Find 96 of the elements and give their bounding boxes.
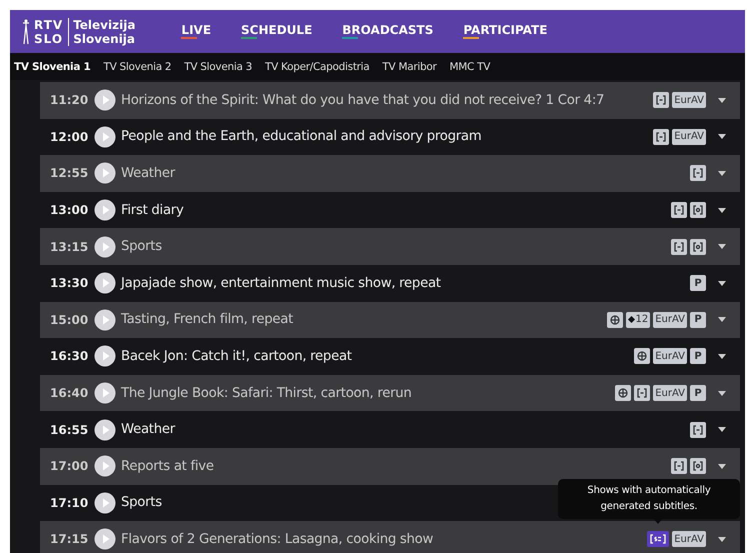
caret-icon[interactable] (718, 464, 726, 469)
time-label: 13:15 (50, 240, 90, 254)
program-title: The Jungle Book: Safari: Thirst, cartoon, rerun (121, 386, 412, 401)
caret-icon[interactable] (718, 134, 726, 140)
subtitles-icon[interactable] (634, 385, 650, 402)
globe-icon (607, 312, 624, 328)
program-title: Japajade show, entertainment music show, repeat (121, 276, 441, 291)
time-label: 16:55 (50, 422, 90, 437)
schedule-row[interactable]: 12:55 Weather (40, 155, 740, 192)
channel-tab[interactable]: TV Slovenia 1 (14, 60, 91, 72)
logo[interactable]: RTV SLO Televizija Slovenija (22, 18, 136, 46)
play-icon[interactable] (94, 528, 116, 550)
time-label: 13:00 (50, 203, 90, 218)
schedule-row[interactable]: 17:00 Reports at five (40, 448, 740, 485)
program-title: Tasting, French film, repeat (121, 312, 294, 328)
schedule-row[interactable]: 16:40 The Jungle Book: Safari: Thirst, cartoon, rerun EurAV P (40, 374, 740, 412)
play-icon[interactable] (94, 382, 116, 404)
time-label: 16:30 (50, 349, 90, 364)
schedule-row[interactable]: 11:20 Horizons of the Spirit: What do you have that you did not receive? 1 Cor 4:7 EurAV (40, 82, 740, 119)
caret-icon[interactable] (718, 244, 726, 250)
time-label: 15:00 (50, 312, 90, 327)
play-icon[interactable] (94, 199, 116, 222)
audio-description-icon (690, 458, 706, 474)
audio-description-icon (690, 202, 706, 218)
program-title: People and the Earth, educational and advisory program (121, 129, 482, 144)
subtitles-icon[interactable] (671, 202, 687, 218)
tooltip-pointer (653, 518, 663, 524)
channel-tab[interactable]: TV Slovenia 2 (104, 60, 172, 72)
subtitles-icon[interactable] (671, 238, 687, 255)
rating-badge: EurAV (672, 92, 706, 108)
time-label: 12:55 (50, 166, 90, 180)
program-title: Reports at five (121, 458, 214, 474)
play-icon[interactable] (94, 236, 116, 258)
program-title: Weather (121, 166, 175, 181)
caret-icon[interactable] (718, 280, 726, 286)
time-label: 17:00 (50, 459, 90, 474)
program-title: Weather (121, 422, 175, 438)
play-icon[interactable] (94, 492, 116, 514)
play-icon[interactable] (94, 272, 116, 294)
caret-icon[interactable] (718, 208, 726, 213)
program-title: Bacek Jon: Catch it!, cartoon, repeat (121, 348, 352, 364)
play-icon[interactable] (94, 345, 116, 368)
rating-badge: P (690, 275, 706, 292)
subtitles-icon[interactable] (653, 92, 670, 108)
play-icon[interactable] (94, 89, 116, 112)
caret-icon[interactable] (718, 427, 726, 432)
rating-badge: EurAV (653, 348, 687, 364)
time-label: 16:40 (50, 386, 90, 400)
channel-tab[interactable]: MMC TV (450, 60, 490, 72)
program-title: Flavors of 2 Generations: Lasagna, cooking show (121, 532, 434, 547)
globe-icon (615, 385, 632, 402)
program-title: Horizons of the Spirit: What do you have that you did not receive? 1 Cor 4:7 (121, 92, 604, 108)
schedule-row[interactable]: 15:00 Tasting, French film, repeat 12 EurAV P (40, 302, 740, 338)
caret-icon[interactable] (718, 98, 726, 103)
nav-link[interactable]: PARTICIPATE (463, 22, 548, 40)
play-icon[interactable] (94, 126, 116, 148)
age-rating-badge: 12 (626, 312, 650, 328)
subtitles-icon[interactable] (653, 128, 670, 145)
rating-badge: EurAV (653, 312, 687, 328)
nav-link[interactable]: BROADCASTS (342, 22, 434, 40)
audio-description-icon (690, 238, 706, 255)
caret-icon[interactable] (718, 390, 726, 396)
globe-icon (634, 348, 650, 364)
subtitles-icon[interactable] (690, 165, 706, 182)
subtitles-icon[interactable] (690, 422, 706, 438)
channel-tab[interactable]: TV Slovenia 3 (184, 60, 252, 72)
program-title: Sports (121, 239, 162, 254)
rating-badge: P (690, 312, 706, 328)
program-title: Sports (121, 495, 162, 510)
caret-icon[interactable] (718, 170, 726, 176)
program-title: First diary (121, 202, 184, 218)
play-icon[interactable] (94, 455, 116, 478)
nav-link[interactable]: LIVE (181, 22, 212, 40)
time-label: 17:10 (50, 496, 90, 510)
channel-tab[interactable]: TV Maribor (382, 60, 436, 72)
play-icon[interactable] (94, 308, 116, 331)
caret-icon[interactable] (718, 354, 726, 359)
schedule-row[interactable]: 17:15 Flavors of 2 Generations: Lasagna, cooking show EurAV (40, 521, 740, 553)
time-label: 17:15 (50, 532, 90, 546)
rating-badge: EurAV (672, 531, 706, 548)
time-label: 13:30 (50, 276, 90, 290)
subtitles-icon[interactable] (647, 531, 670, 548)
time-label: 11:20 (50, 93, 90, 108)
play-icon[interactable] (94, 162, 116, 184)
subtitles-icon[interactable] (671, 458, 687, 474)
caret-icon[interactable] (718, 536, 726, 542)
schedule-row[interactable]: 13:15 Sports (40, 228, 740, 265)
play-icon[interactable] (94, 418, 116, 441)
time-label: 12:00 (50, 130, 90, 144)
rating-badge: EurAV (672, 128, 706, 145)
rating-badge: EurAV (653, 385, 687, 402)
caret-icon[interactable] (718, 317, 726, 322)
rating-badge: P (690, 348, 706, 364)
channel-tab[interactable]: TV Koper/Capodistria (265, 60, 370, 72)
nav-link[interactable]: SCHEDULE (241, 22, 312, 40)
rating-badge: P (690, 385, 706, 402)
